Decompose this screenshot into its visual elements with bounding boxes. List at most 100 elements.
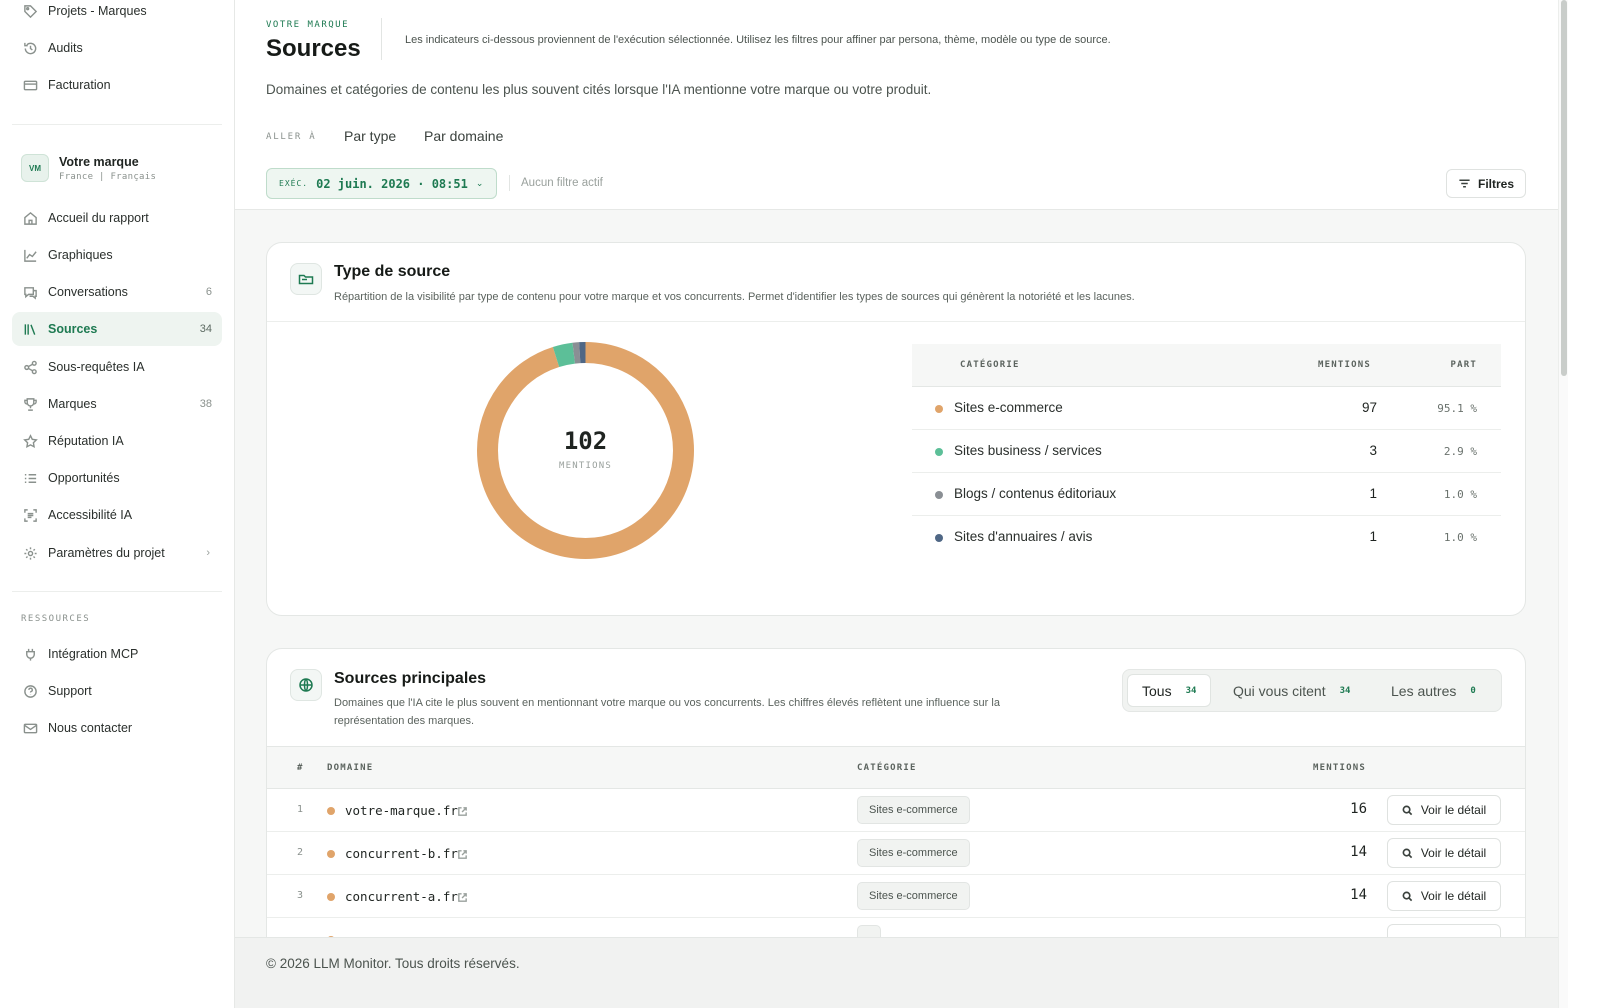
- page-header: VOTRE MARQUE Sources Les indicateurs ci-…: [235, 0, 1558, 210]
- top-sources-title: Sources principales: [334, 670, 487, 687]
- category-mentions: 3: [1369, 443, 1377, 458]
- sidebar-item-conversations[interactable]: Conversations 6: [12, 275, 222, 309]
- sidebar-item-brands[interactable]: Marques 38: [12, 387, 222, 421]
- chat-icon: [22, 284, 38, 300]
- sidebar-item-label: Facturation: [48, 78, 111, 92]
- scrollbar-thumb[interactable]: [1561, 0, 1567, 376]
- card-icon: [22, 77, 38, 93]
- sidebar-item-sources[interactable]: Sources 34: [12, 312, 222, 346]
- domain-link[interactable]: concurrent-b.fr: [345, 846, 458, 861]
- domain-table-header: # DOMAINE CATÉGORIE MENTIONS: [267, 746, 1525, 789]
- sidebar-item-label: Conversations: [48, 285, 128, 299]
- external-link-icon[interactable]: [457, 804, 468, 816]
- goto-by-domain-link[interactable]: Par domaine: [424, 128, 503, 144]
- button-label: Voir le détail: [1420, 803, 1487, 817]
- category-mentions: 97: [1361, 400, 1377, 415]
- tab-count-badge: 34: [1339, 685, 1351, 696]
- scan-icon: [22, 507, 38, 523]
- tab-count-badge: 34: [1185, 685, 1197, 696]
- brand-switcher[interactable]: VM Votre marque France | Français: [21, 152, 221, 184]
- sidebar-item-audits[interactable]: Audits: [12, 31, 222, 65]
- category-name: Sites e-commerce: [954, 400, 1063, 415]
- help-icon: [22, 683, 38, 699]
- window-edge: [1568, 0, 1600, 1008]
- row-rank: 2: [297, 847, 304, 858]
- chevron-down-icon: ⌄: [475, 178, 484, 188]
- row-rank: 1: [297, 804, 304, 815]
- source-type-title: Type de source: [334, 263, 451, 280]
- donut-total: 102: [563, 427, 608, 455]
- domain-link[interactable]: votre-marque.fr: [345, 803, 458, 818]
- sidebar: Projets - Marques Audits Facturation VM …: [0, 0, 235, 1008]
- legend-dot: [935, 491, 943, 499]
- category-name: Blogs / contenus éditoriaux: [954, 486, 1117, 501]
- goto-by-type-link[interactable]: Par type: [344, 128, 396, 144]
- folder-icon: [290, 263, 322, 295]
- sidebar-item-mcp[interactable]: Intégration MCP: [12, 637, 222, 671]
- table-row: 1 votre-marque.fr Sites e-commerce 16 Vo…: [267, 789, 1525, 832]
- sidebar-item-opportunities[interactable]: Opportunités: [12, 461, 222, 495]
- sidebar-item-label: Graphiques: [48, 248, 113, 262]
- chart-icon: [22, 247, 38, 263]
- resources-heading: RESSOURCES: [21, 614, 91, 624]
- sidebar-item-label: Marques: [48, 397, 97, 411]
- filter-icon: [1459, 179, 1470, 188]
- view-detail-button[interactable]: Voir le détail: [1387, 881, 1501, 911]
- sidebar-item-settings[interactable]: Paramètres du projet ›: [12, 536, 222, 570]
- scrollbar[interactable]: [1558, 0, 1568, 1008]
- filters-button[interactable]: Filtres: [1446, 169, 1526, 198]
- sidebar-item-support[interactable]: Support: [12, 674, 222, 708]
- view-detail-button[interactable]: Voir le détail: [1387, 795, 1501, 825]
- sidebar-item-charts[interactable]: Graphiques: [12, 238, 222, 272]
- sidebar-item-projects[interactable]: Projets - Marques: [12, 0, 222, 28]
- category-chip: Sites e-commerce: [857, 796, 970, 824]
- header-divider: [381, 18, 382, 60]
- external-link-icon[interactable]: [457, 890, 468, 902]
- category-mentions: 1: [1369, 486, 1377, 501]
- button-label: Voir le détail: [1420, 889, 1487, 903]
- tab-others[interactable]: Les autres 0: [1377, 674, 1490, 707]
- goto-label: ALLER À: [266, 132, 317, 142]
- page-title: Sources: [266, 35, 361, 62]
- domain-mentions: 14: [1350, 887, 1367, 903]
- table-row: Sites business / services 3 2.9 %: [912, 430, 1501, 473]
- view-detail-button[interactable]: Voir le détail: [1387, 838, 1501, 868]
- sidebar-item-contact[interactable]: Nous contacter: [12, 711, 222, 745]
- trophy-icon: [22, 396, 38, 412]
- sidebar-item-subqueries[interactable]: Sous-requêtes IA: [12, 350, 222, 384]
- sidebar-item-count: 6: [205, 286, 212, 298]
- search-icon: [1402, 805, 1413, 815]
- copyright-text: © 2026 LLM Monitor. Tous droits réservés…: [266, 956, 520, 971]
- filters-button-label: Filtres: [1477, 176, 1514, 191]
- sidebar-divider: [12, 591, 222, 592]
- sidebar-item-label: Support: [48, 684, 92, 698]
- table-row: Sites d'annuaires / avis 1 1.0 %: [912, 516, 1501, 559]
- external-link-icon[interactable]: [457, 847, 468, 859]
- mail-icon: [22, 720, 38, 736]
- tab-all[interactable]: Tous 34: [1127, 674, 1212, 707]
- legend-dot: [935, 534, 943, 542]
- category-chip: Sites e-commerce: [857, 839, 970, 867]
- sidebar-item-label: Paramètres du projet: [48, 546, 165, 560]
- sidebar-item-accessibility[interactable]: Accessibilité IA: [12, 498, 222, 532]
- sidebar-item-label: Accueil du rapport: [48, 211, 149, 225]
- category-dot: [327, 893, 335, 901]
- top-sources-card: Sources principales Domaines que l'IA ci…: [266, 648, 1526, 968]
- sidebar-item-label: Sources: [48, 322, 98, 336]
- filter-divider: [509, 175, 510, 191]
- sidebar-item-home[interactable]: Accueil du rapport: [12, 201, 222, 235]
- tab-citing-you[interactable]: Qui vous citent 34: [1219, 674, 1364, 707]
- sidebar-item-label: Accessibilité IA: [48, 508, 133, 522]
- avatar: VM: [21, 154, 49, 182]
- sidebar-item-reputation[interactable]: Réputation IA: [12, 424, 222, 458]
- execution-value: 02 juin. 2026 · 08:51: [316, 176, 468, 191]
- page-hint: Les indicateurs ci-dessous proviennent d…: [405, 34, 1111, 46]
- sidebar-item-billing[interactable]: Facturation: [12, 68, 222, 102]
- domain-link[interactable]: concurrent-a.fr: [345, 889, 458, 904]
- table-row: Blogs / contenus éditoriaux 1 1.0 %: [912, 473, 1501, 516]
- sidebar-item-label: Opportunités: [48, 471, 120, 485]
- category-dot: [327, 807, 335, 815]
- category-share: 95.1 %: [1437, 402, 1477, 415]
- sidebar-item-label: Projets - Marques: [48, 4, 147, 18]
- execution-selector[interactable]: EXÉC. 02 juin. 2026 · 08:51 ⌄: [266, 168, 497, 199]
